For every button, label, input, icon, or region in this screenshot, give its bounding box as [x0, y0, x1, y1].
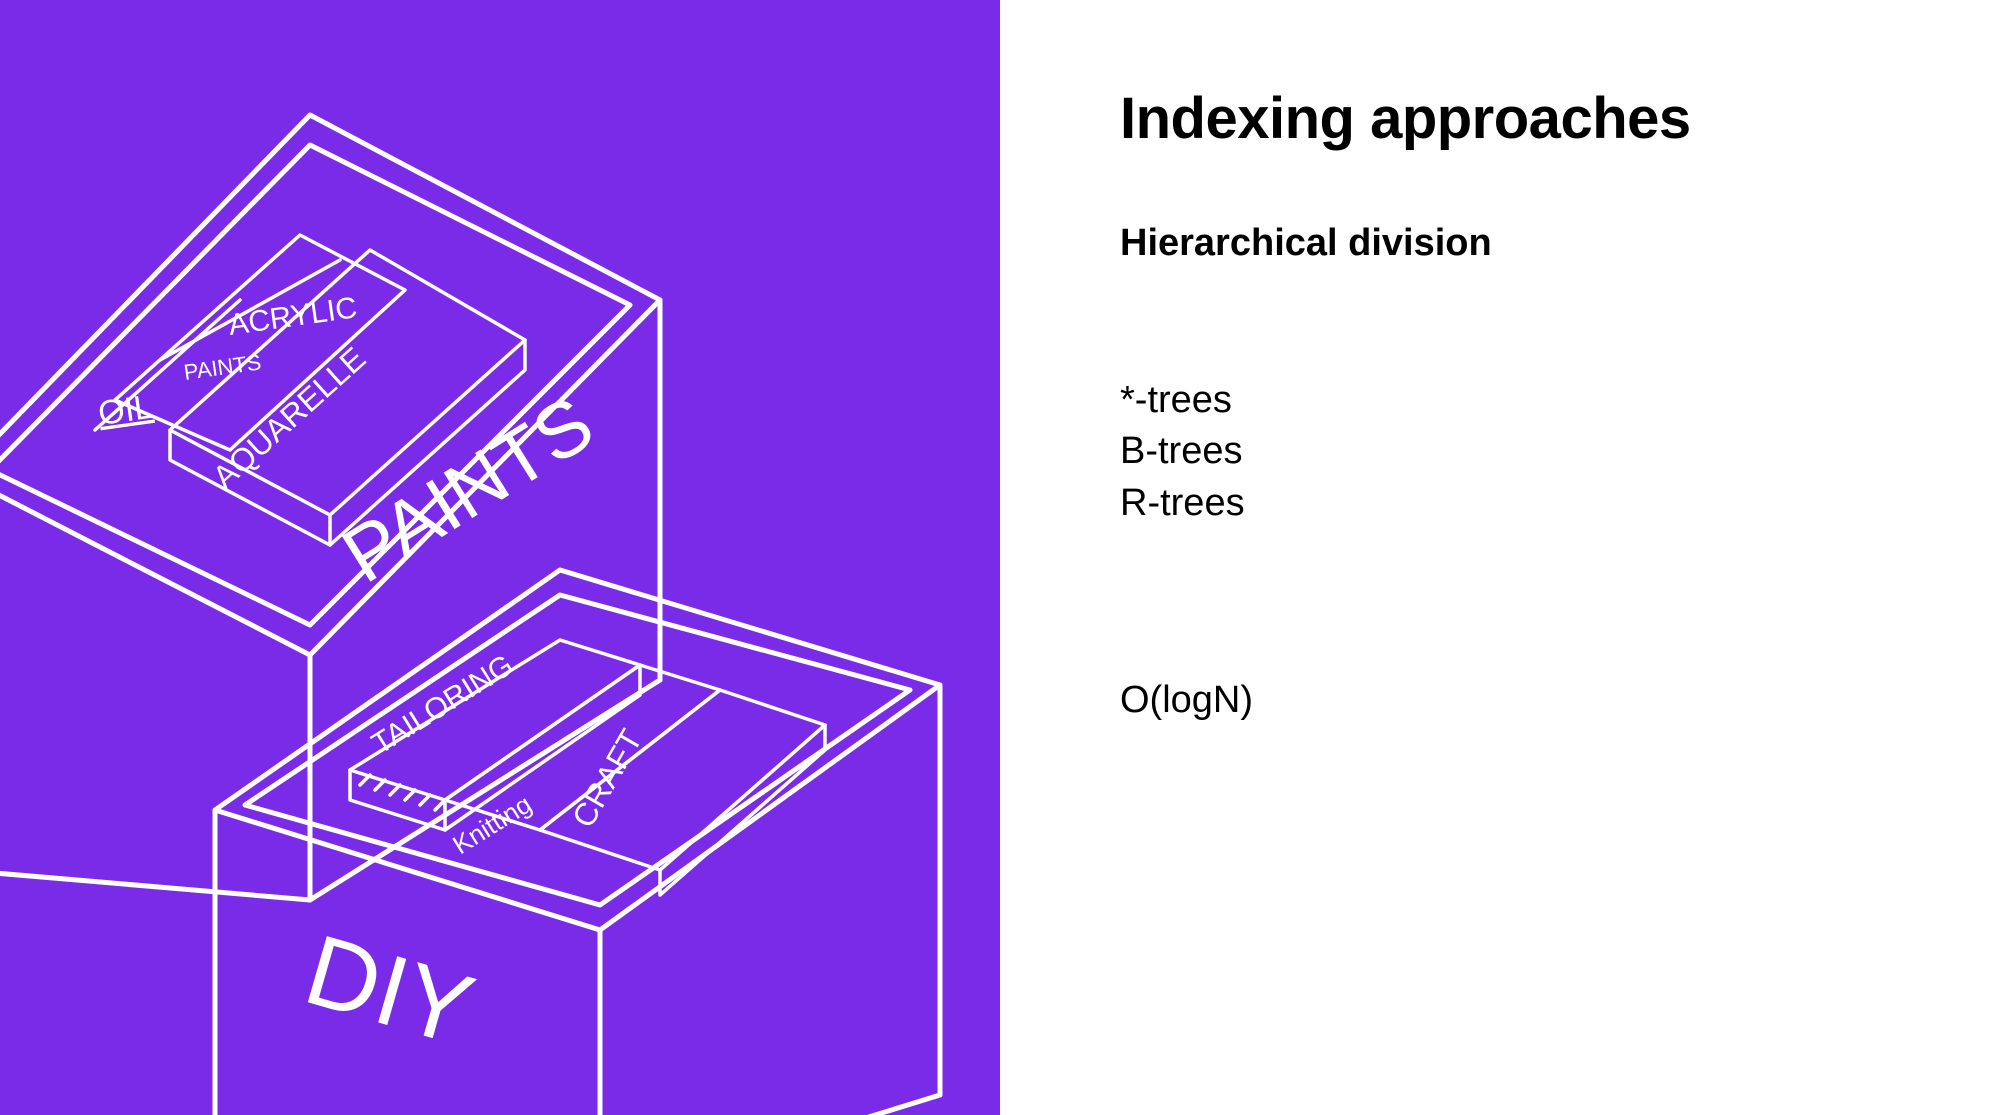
illustration-panel: PAINTS ACRYLIC PAINTS OIL AQUARELLE — [0, 0, 1000, 1115]
box-side-label-diy: DIY — [294, 913, 485, 1067]
inner-label-acrylic: ACRYLIC — [226, 291, 359, 342]
slide-subtitle: Hierarchical division — [1120, 222, 1919, 265]
complexity-notation: O(logN) — [1120, 679, 1919, 722]
inner-label-tailoring: TAILORING — [366, 648, 519, 760]
slide: PAINTS ACRYLIC PAINTS OIL AQUARELLE — [0, 0, 1999, 1115]
tree-list-item: B-trees — [1120, 426, 1919, 477]
tree-list-item: R-trees — [1120, 478, 1919, 529]
box-side-label: PAINTS — [327, 379, 608, 600]
tree-list-item: *-trees — [1120, 375, 1919, 426]
inner-label-oil: OIL — [96, 388, 156, 433]
slide-title: Indexing approaches — [1120, 85, 1919, 152]
text-panel: Indexing approaches Hierarchical divisio… — [1000, 0, 1999, 1115]
boxes-sketch: PAINTS ACRYLIC PAINTS OIL AQUARELLE — [0, 0, 1000, 1115]
inner-label-paints-small: PAINTS — [182, 349, 263, 385]
tree-list: *-trees B-trees R-trees — [1120, 375, 1919, 529]
